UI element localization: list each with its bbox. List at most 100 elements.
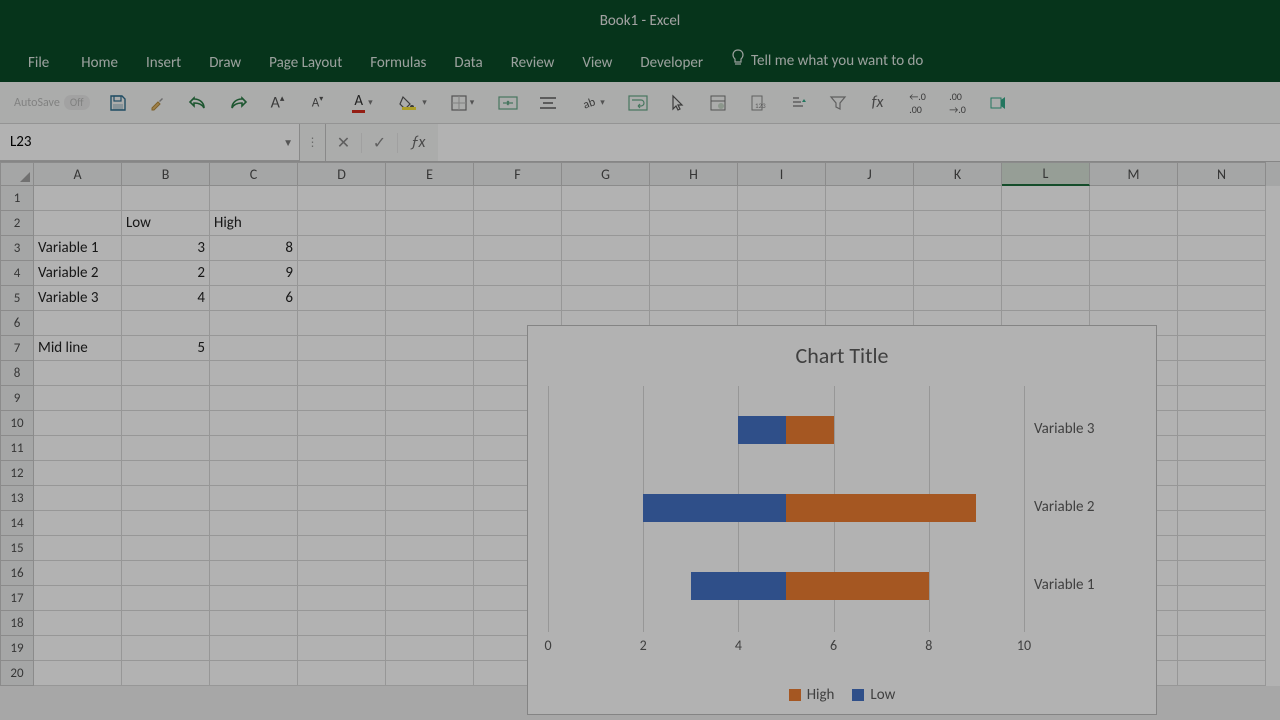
cell-D18[interactable] (298, 611, 386, 636)
cell-L3[interactable] (1002, 236, 1090, 261)
cell-G1[interactable] (562, 186, 650, 211)
fx-icon[interactable]: ƒx (398, 133, 438, 152)
chart-title[interactable]: Chart Title (528, 326, 1156, 377)
column-header-I[interactable]: I (738, 162, 826, 186)
cell-F5[interactable] (474, 286, 562, 311)
cell-B18[interactable] (122, 611, 210, 636)
cell-A17[interactable] (34, 586, 122, 611)
cell-E14[interactable] (386, 511, 474, 536)
column-header-J[interactable]: J (826, 162, 914, 186)
cell-N5[interactable] (1178, 286, 1266, 311)
cell-C16[interactable] (210, 561, 298, 586)
insert-sheet-icon[interactable]: 123 (740, 87, 776, 119)
cell-N2[interactable] (1178, 211, 1266, 236)
cell-I1[interactable] (738, 186, 826, 211)
cell-I4[interactable] (738, 261, 826, 286)
cell-D14[interactable] (298, 511, 386, 536)
row-header-9[interactable]: 9 (0, 386, 34, 411)
tab-data[interactable]: Data (440, 44, 496, 82)
row-header-18[interactable]: 18 (0, 611, 34, 636)
cell-J1[interactable] (826, 186, 914, 211)
cell-D8[interactable] (298, 361, 386, 386)
cell-J3[interactable] (826, 236, 914, 261)
cell-E10[interactable] (386, 411, 474, 436)
cell-E3[interactable] (386, 236, 474, 261)
cell-L1[interactable] (1002, 186, 1090, 211)
cell-N16[interactable] (1178, 561, 1266, 586)
fill-color-icon[interactable]: ▾ (390, 87, 436, 119)
font-color-icon[interactable]: A▾ (340, 87, 386, 119)
cell-D17[interactable] (298, 586, 386, 611)
cell-K3[interactable] (914, 236, 1002, 261)
cell-E1[interactable] (386, 186, 474, 211)
cell-B7[interactable]: 5 (122, 336, 210, 361)
cell-A4[interactable]: Variable 2 (34, 261, 122, 286)
row-header-5[interactable]: 5 (0, 286, 34, 311)
cell-L4[interactable] (1002, 261, 1090, 286)
cell-D19[interactable] (298, 636, 386, 661)
cell-E19[interactable] (386, 636, 474, 661)
insert-function-icon[interactable]: fx (860, 87, 896, 119)
cell-D16[interactable] (298, 561, 386, 586)
cell-E13[interactable] (386, 486, 474, 511)
chevron-down-icon[interactable]: ▼ (283, 136, 293, 149)
row-header-13[interactable]: 13 (0, 486, 34, 511)
tell-me-search[interactable]: Tell me what you want to do (717, 39, 937, 82)
undo-icon[interactable] (180, 87, 216, 119)
cell-D10[interactable] (298, 411, 386, 436)
tab-insert[interactable]: Insert (132, 44, 195, 82)
cell-B6[interactable] (122, 311, 210, 336)
row-header-3[interactable]: 3 (0, 236, 34, 261)
increase-font-icon[interactable]: A▴ (260, 87, 296, 119)
cell-B8[interactable] (122, 361, 210, 386)
cell-N9[interactable] (1178, 386, 1266, 411)
cell-D3[interactable] (298, 236, 386, 261)
cell-I2[interactable] (738, 211, 826, 236)
cell-N8[interactable] (1178, 361, 1266, 386)
cell-C12[interactable] (210, 461, 298, 486)
cell-B5[interactable]: 4 (122, 286, 210, 311)
cell-C9[interactable] (210, 386, 298, 411)
cell-B2[interactable]: Low (122, 211, 210, 236)
cell-B16[interactable] (122, 561, 210, 586)
cell-B13[interactable] (122, 486, 210, 511)
cell-N15[interactable] (1178, 536, 1266, 561)
merge-icon[interactable] (490, 87, 526, 119)
share-icon[interactable] (980, 87, 1016, 119)
cell-A11[interactable] (34, 436, 122, 461)
cell-G3[interactable] (562, 236, 650, 261)
cell-K5[interactable] (914, 286, 1002, 311)
column-header-N[interactable]: N (1178, 162, 1266, 186)
cell-E4[interactable] (386, 261, 474, 286)
cell-A7[interactable]: Mid line (34, 336, 122, 361)
legend-item-high[interactable]: High (789, 686, 835, 704)
chart-legend[interactable]: High Low (528, 686, 1156, 704)
cell-E7[interactable] (386, 336, 474, 361)
bar-low-variable-2[interactable] (643, 494, 786, 522)
cell-N20[interactable] (1178, 661, 1266, 686)
row-header-7[interactable]: 7 (0, 336, 34, 361)
cell-F1[interactable] (474, 186, 562, 211)
sort-icon[interactable] (780, 87, 816, 119)
cell-B20[interactable] (122, 661, 210, 686)
cell-F3[interactable] (474, 236, 562, 261)
column-header-C[interactable]: C (210, 162, 298, 186)
row-header-11[interactable]: 11 (0, 436, 34, 461)
cell-C11[interactable] (210, 436, 298, 461)
bar-low-variable-3[interactable] (738, 416, 786, 444)
chart-plot-area[interactable]: 0 2 4 6 8 10 Variable 3 Variable 2 Varia… (548, 386, 1024, 646)
tab-page-layout[interactable]: Page Layout (255, 44, 356, 82)
tab-home[interactable]: Home (67, 44, 132, 82)
cell-H2[interactable] (650, 211, 738, 236)
cell-I3[interactable] (738, 236, 826, 261)
cell-C15[interactable] (210, 536, 298, 561)
center-align-icon[interactable] (530, 87, 566, 119)
cell-D11[interactable] (298, 436, 386, 461)
cell-H5[interactable] (650, 286, 738, 311)
cancel-formula-icon[interactable]: ✕ (326, 133, 362, 153)
borders-icon[interactable]: ▾ (440, 87, 486, 119)
calc-options-icon[interactable] (700, 87, 736, 119)
cell-A13[interactable] (34, 486, 122, 511)
cell-B19[interactable] (122, 636, 210, 661)
cell-C1[interactable] (210, 186, 298, 211)
